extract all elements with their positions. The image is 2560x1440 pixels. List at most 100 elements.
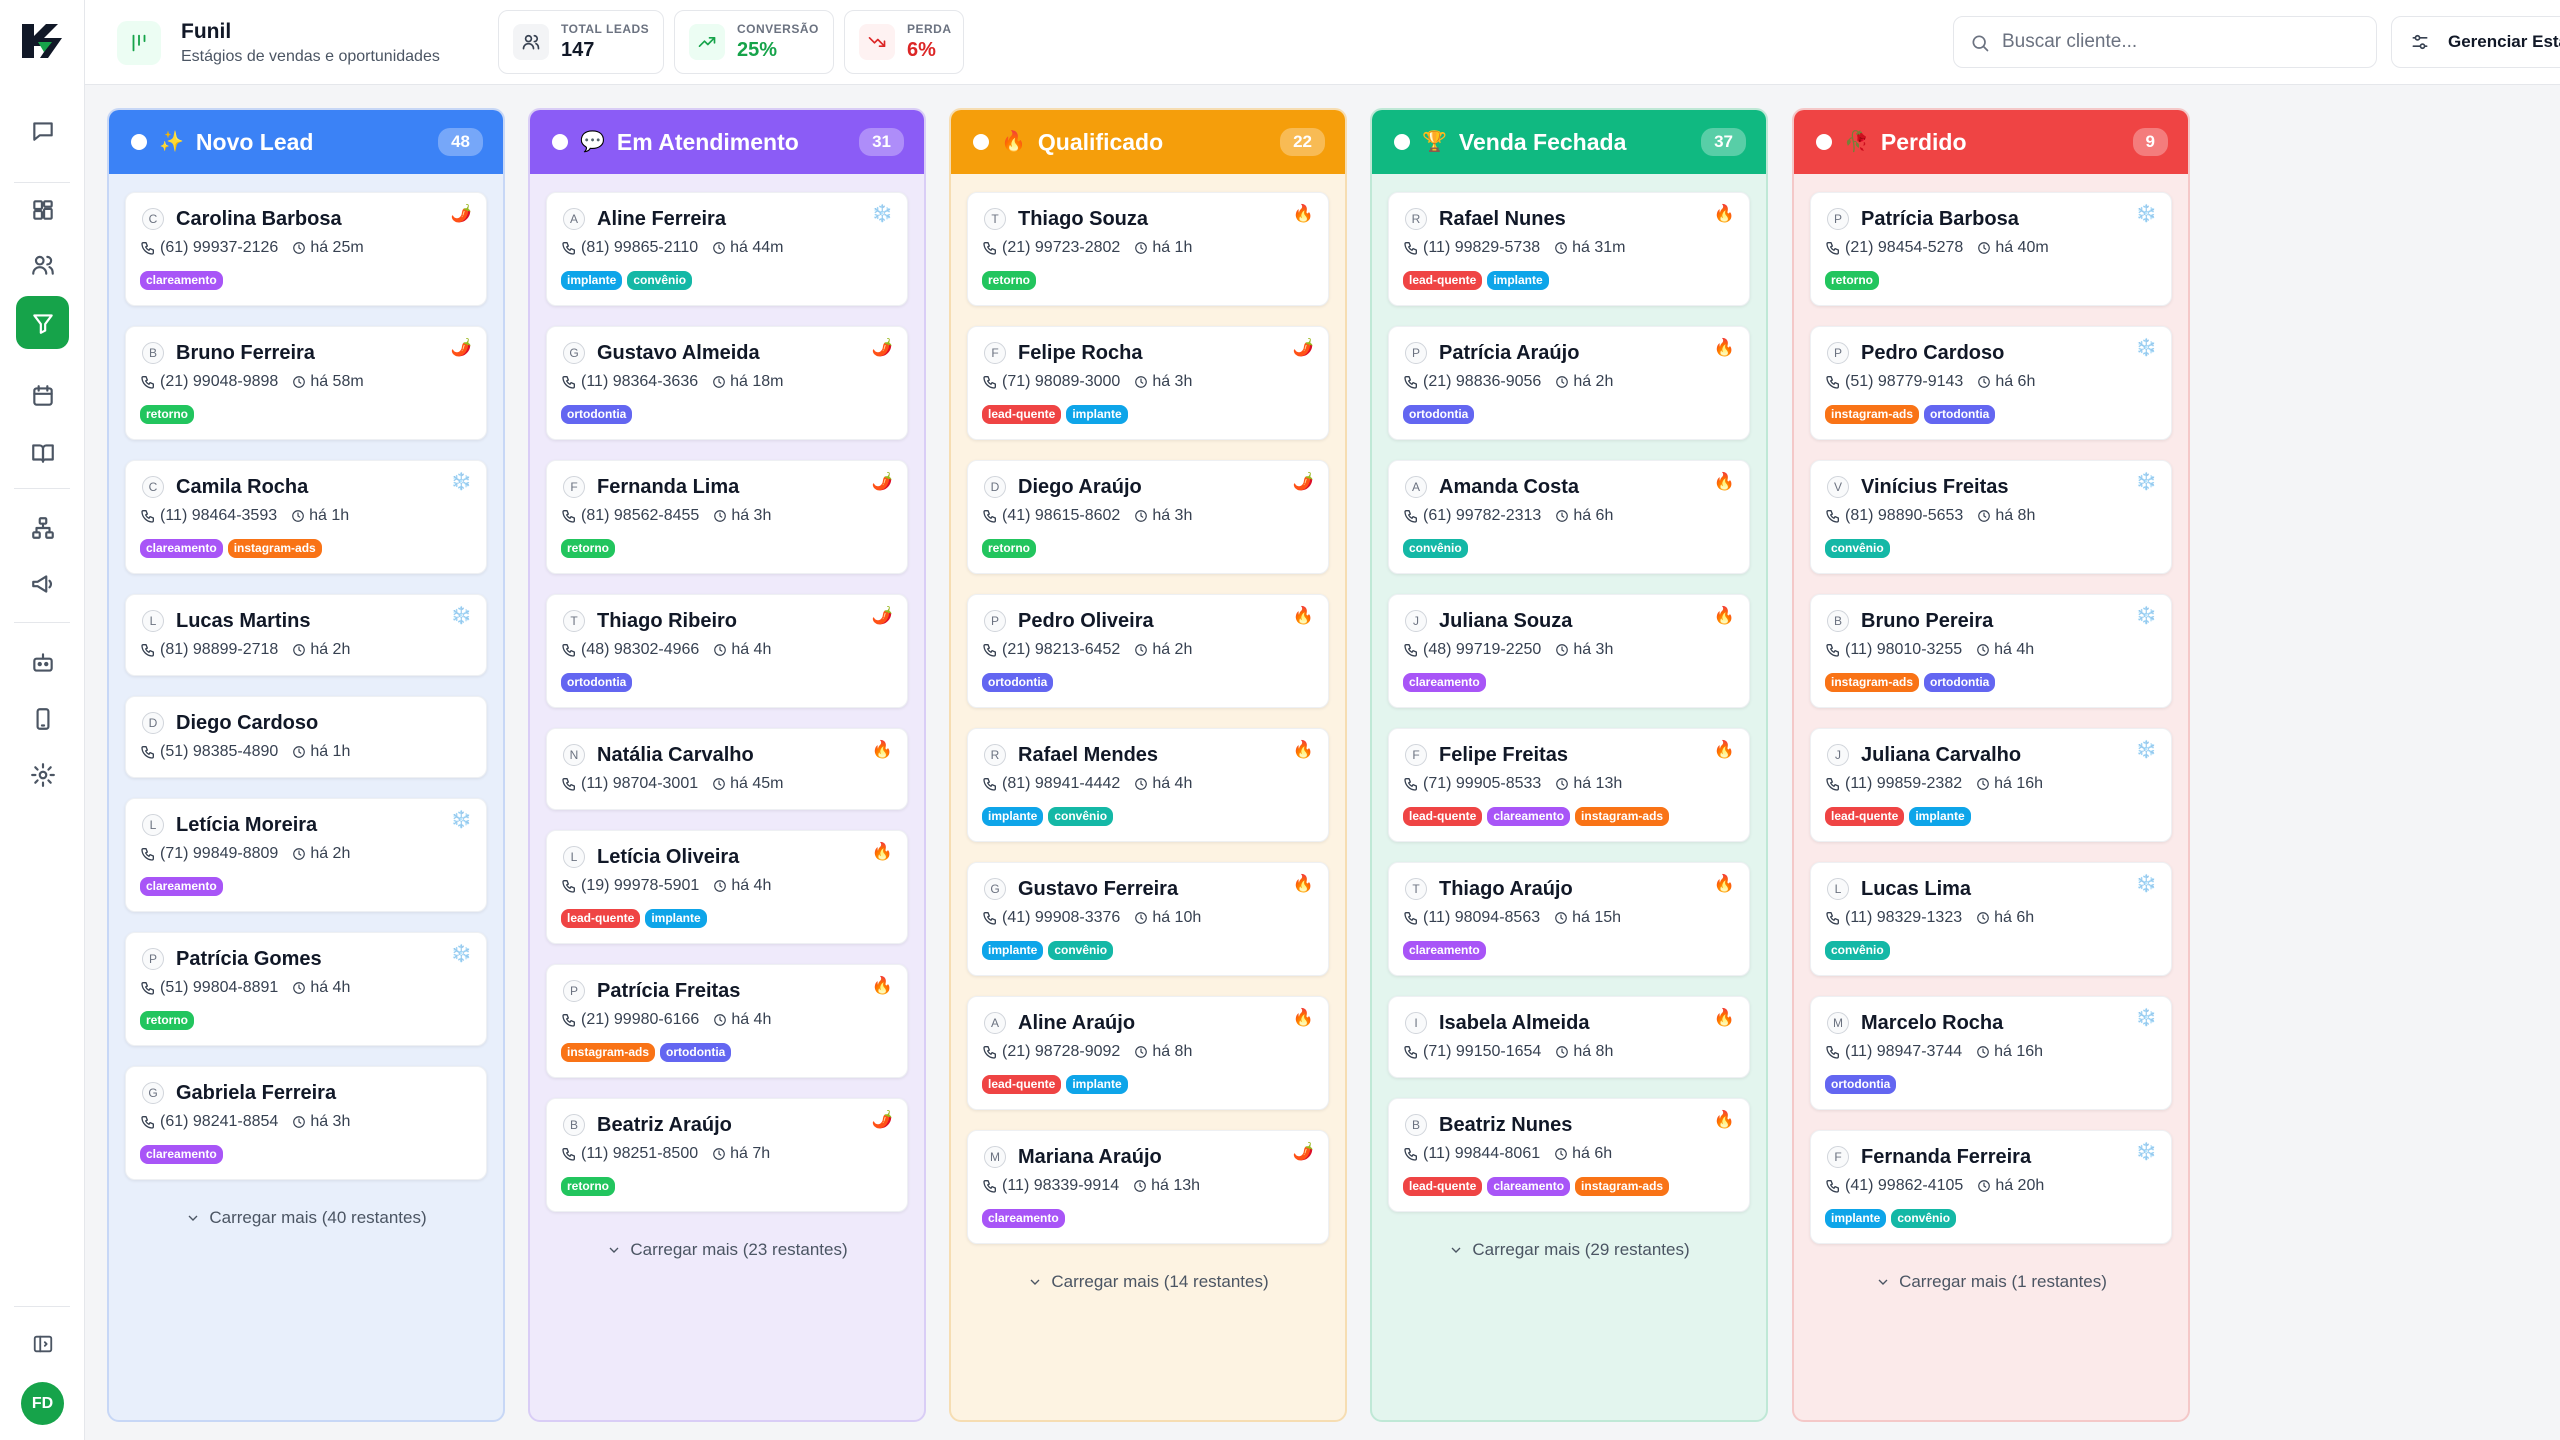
lead-card[interactable]: N Natália Carvalho 🔥 (11) 98704-3001 há 45m [546,728,908,810]
lead-time: há 4h [310,979,351,996]
lead-card[interactable]: M Marcelo Rocha ❄️ (11) 98947-3744 há 16h ort… [1810,996,2172,1110]
lead-meta: (81) 98941-4442 há 4h [982,775,1192,793]
lead-tags: retorno [140,405,199,424]
lead-card[interactable]: G Gustavo Ferreira 🔥 (41) 99908-3376 há 10h i… [967,862,1329,976]
lead-time: há 1h [1152,239,1193,256]
clock-icon [1135,242,1148,254]
lead-card[interactable]: P Patrícia Araújo 🔥 (21) 98836-9056 há 2h ort… [1388,326,1750,440]
lead-card[interactable]: F Felipe Freitas 🔥 (71) 99905-8533 há 13h lea… [1388,728,1750,842]
lead-card[interactable]: L Lucas Lima ❄️ (11) 98329-1323 há 6h convêni… [1810,862,2172,976]
column-header[interactable]: 🥀 Perdido 9 [1794,110,2188,174]
collapse-sidebar-button[interactable] [16,1317,69,1370]
load-more-button[interactable]: Carregar mais (29 restantes) [1372,1240,1766,1260]
lead-card[interactable]: D Diego Araújo 🌶️ (41) 98615-8602 há 3h retor… [967,460,1329,574]
manage-stages-button[interactable]: Gerenciar Estágios [2391,16,2560,68]
load-more-button[interactable]: Carregar mais (1 restantes) [1794,1272,2188,1292]
clock-icon [293,644,306,656]
column-header[interactable]: ✨ Novo Lead 48 [109,110,503,174]
load-more-button[interactable]: Carregar mais (40 restantes) [109,1208,503,1228]
lead-time: há 3h [310,1113,351,1130]
lead-time: há 16h [1994,1043,2044,1060]
lead-card[interactable]: J Juliana Souza 🔥 (48) 99719-2250 há 3h clare… [1388,594,1750,708]
lead-card[interactable]: B Beatriz Nunes 🔥 (11) 99844-8061 há 6h lead-… [1388,1098,1750,1212]
tag-badge: clareamento [140,271,223,290]
lead-card[interactable]: C Camila Rocha ❄️ (11) 98464-3593 há 1h clare… [125,460,487,574]
lead-card[interactable]: L Letícia Oliveira 🔥 (19) 99978-5901 há 4h le… [546,830,908,944]
phone-icon [1404,242,1417,255]
sidebar-item-settings[interactable] [16,748,69,801]
lead-card[interactable]: G Gabriela Ferreira (61) 98241-8854 há 3h cl… [125,1066,487,1180]
lead-card[interactable]: A Amanda Costa 🔥 (61) 99782-2313 há 6h convên… [1388,460,1750,574]
lead-card[interactable]: T Thiago Ribeiro 🌶️ (48) 98302-4966 há 4h ort… [546,594,908,708]
lead-card[interactable]: P Patrícia Gomes ❄️ (51) 99804-8891 há 4h ret… [125,932,487,1046]
sidebar-item-calendar[interactable] [16,369,69,422]
lead-card[interactable]: L Lucas Martins ❄️ (81) 98899-2718 há 2h [125,594,487,676]
lead-meta: (41) 98615-8602 há 3h [982,507,1192,525]
load-more-button[interactable]: Carregar mais (23 restantes) [530,1240,924,1260]
lead-card[interactable]: P Pedro Oliveira 🔥 (21) 98213-6452 há 2h orto… [967,594,1329,708]
sidebar-item-contacts[interactable] [16,238,69,291]
column-header[interactable]: 🔥 Qualificado 22 [951,110,1345,174]
lead-card[interactable]: F Felipe Rocha 🌶️ (71) 98089-3000 há 3h lead-… [967,326,1329,440]
lead-tags: lead-quente clareamento instagram-ads [1403,807,1674,826]
lead-card[interactable]: V Vinícius Freitas ❄️ (81) 98890-5653 há 8h c… [1810,460,2172,574]
sidebar-item-knowledge[interactable] [16,426,69,479]
sidebar-item-chat[interactable] [16,104,69,157]
lead-card[interactable]: F Fernanda Ferreira ❄️ (41) 99862-4105 há 20… [1810,1130,2172,1244]
lead-name: Fernanda Lima [597,476,740,498]
lead-card[interactable]: B Beatriz Araújo 🌶️ (11) 98251-8500 há 7h ret… [546,1098,908,1212]
lead-card[interactable]: G Gustavo Almeida 🌶️ (11) 98364-3636 há 18m o… [546,326,908,440]
network-icon [31,516,54,539]
lead-card[interactable]: D Diego Cardoso (51) 98385-4890 há 1h [125,696,487,778]
tag-badge: convênio [1048,941,1114,960]
lead-card[interactable]: B Bruno Pereira ❄️ (11) 98010-3255 há 4h inst… [1810,594,2172,708]
column-title: Qualificado [1037,128,1164,155]
funnel-icon [117,21,161,65]
sidebar-item-dashboard[interactable] [16,183,69,236]
app-logo[interactable] [18,20,66,62]
sidebar-item-bot[interactable] [16,636,69,689]
search-input[interactable] [2002,31,2362,53]
avatar[interactable]: FD [21,1382,64,1425]
lead-name: Fernanda Ferreira [1861,1146,2032,1168]
lead-card[interactable]: A Aline Ferreira ❄️ (81) 99865-2110 há 44m im… [546,192,908,306]
column-header[interactable]: 🏆 Venda Fechada 37 [1372,110,1766,174]
lead-name: Letícia Oliveira [597,846,740,868]
sidebar-item-devices[interactable] [16,692,69,745]
lead-card[interactable]: R Rafael Mendes 🔥 (81) 98941-4442 há 4h impla… [967,728,1329,842]
sidebar: FD [0,0,85,1440]
lead-card[interactable]: B Bruno Ferreira 🌶️ (21) 99048-9898 há 58m re… [125,326,487,440]
sidebar-item-funnel[interactable] [16,296,69,349]
lead-meta: (81) 98899-2718 há 2h [140,641,350,659]
column-header[interactable]: 💬 Em Atendimento 31 [530,110,924,174]
lead-card[interactable]: R Rafael Nunes 🔥 (11) 99829-5738 há 31m lead-… [1388,192,1750,306]
lead-card[interactable]: L Letícia Moreira ❄️ (71) 99849-8809 há 2h cl… [125,798,487,912]
lead-card[interactable]: M Mariana Araújo 🌶️ (11) 98339-9914 há 13h cl… [967,1130,1329,1244]
lead-tags: clareamento instagram-ads [140,539,327,558]
lead-card[interactable]: J Juliana Carvalho ❄️ (11) 99859-2382 há 16h… [1810,728,2172,842]
lead-temperature-icon: ❄️ [871,204,893,223]
lead-card[interactable]: P Patrícia Freitas 🔥 (21) 99980-6166 há 4h in… [546,964,908,1078]
stage-emoji-icon: 🔥 [1001,131,1026,153]
lead-tags: lead-quente clareamento instagram-ads [1403,1177,1674,1196]
load-more-button[interactable]: Carregar mais (14 restantes) [951,1272,1345,1292]
lead-card[interactable]: F Fernanda Lima 🌶️ (81) 98562-8455 há 3h reto… [546,460,908,574]
lead-card[interactable]: T Thiago Souza 🔥 (21) 99723-2802 há 1h retorn… [967,192,1329,306]
lead-card[interactable]: I Isabela Almeida 🔥 (71) 99150-1654 há 8h [1388,996,1750,1078]
lead-temperature-icon: 🔥 [1713,472,1735,491]
lead-card[interactable]: C Carolina Barbosa 🌶️ (61) 99937-2126 há 25m… [125,192,487,306]
lead-card[interactable]: T Thiago Araújo 🔥 (11) 98094-8563 há 15h clar… [1388,862,1750,976]
sidebar-item-campaigns[interactable] [16,557,69,610]
lead-card[interactable]: A Aline Araújo 🔥 (21) 98728-9092 há 8h lead-q… [967,996,1329,1110]
phone-icon [562,242,575,255]
tag-badge: retorno [982,539,1036,558]
lead-tags: clareamento [140,271,228,290]
tag-badge: implante [1066,1075,1128,1094]
lead-card[interactable]: P Pedro Cardoso ❄️ (51) 98779-9143 há 6h inst… [1810,326,2172,440]
lead-phone: (11) 98339-9914 [1002,1177,1120,1194]
lead-phone: (81) 98562-8455 [581,507,700,524]
lead-card[interactable]: P Patrícia Barbosa ❄️ (21) 98454-5278 há 40m… [1810,192,2172,306]
search-box[interactable] [1953,16,2377,68]
sidebar-item-integrations[interactable] [16,501,69,554]
lead-phone: (11) 98094-8563 [1423,909,1541,926]
